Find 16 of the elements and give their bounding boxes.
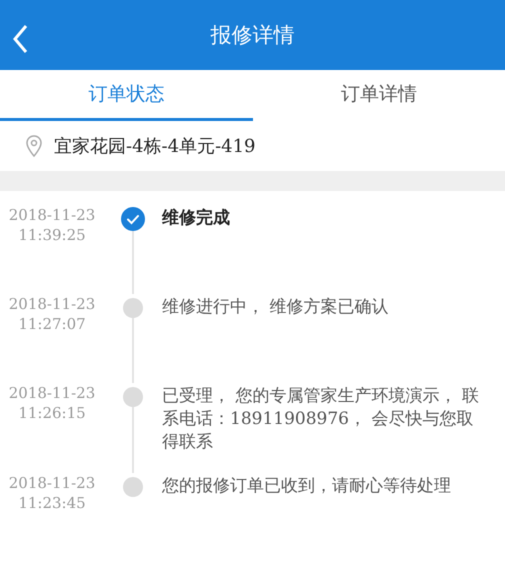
- page-title: 报修详情: [210, 22, 296, 49]
- event-time: 11:39:25: [18, 224, 86, 245]
- event-time: 11:27:07: [18, 314, 86, 334]
- address-text: 宜家花园-4栋-4单元-419: [54, 134, 256, 158]
- location-pin-icon: [26, 134, 42, 157]
- event-time: 11:26:15: [18, 402, 86, 423]
- event-date: 2018-11-23: [8, 204, 96, 225]
- event-text: 维修进行中， 维修方案已确认: [162, 296, 390, 319]
- event-text: 维修完成: [162, 206, 231, 230]
- event-date: 2018-11-23: [8, 294, 96, 314]
- event-date: 2018-11-23: [8, 382, 96, 403]
- event-text: 已受理， 您的专属管家生产环境演示， 联系电话：18911908976， 会尽快与您取得联系: [162, 384, 480, 454]
- event-text: 您的报修订单已收到，请耐心等待处理: [162, 474, 452, 498]
- event-time: 11:23:45: [18, 492, 86, 513]
- event-date: 2018-11-23: [8, 472, 96, 493]
- back-icon: [12, 24, 28, 54]
